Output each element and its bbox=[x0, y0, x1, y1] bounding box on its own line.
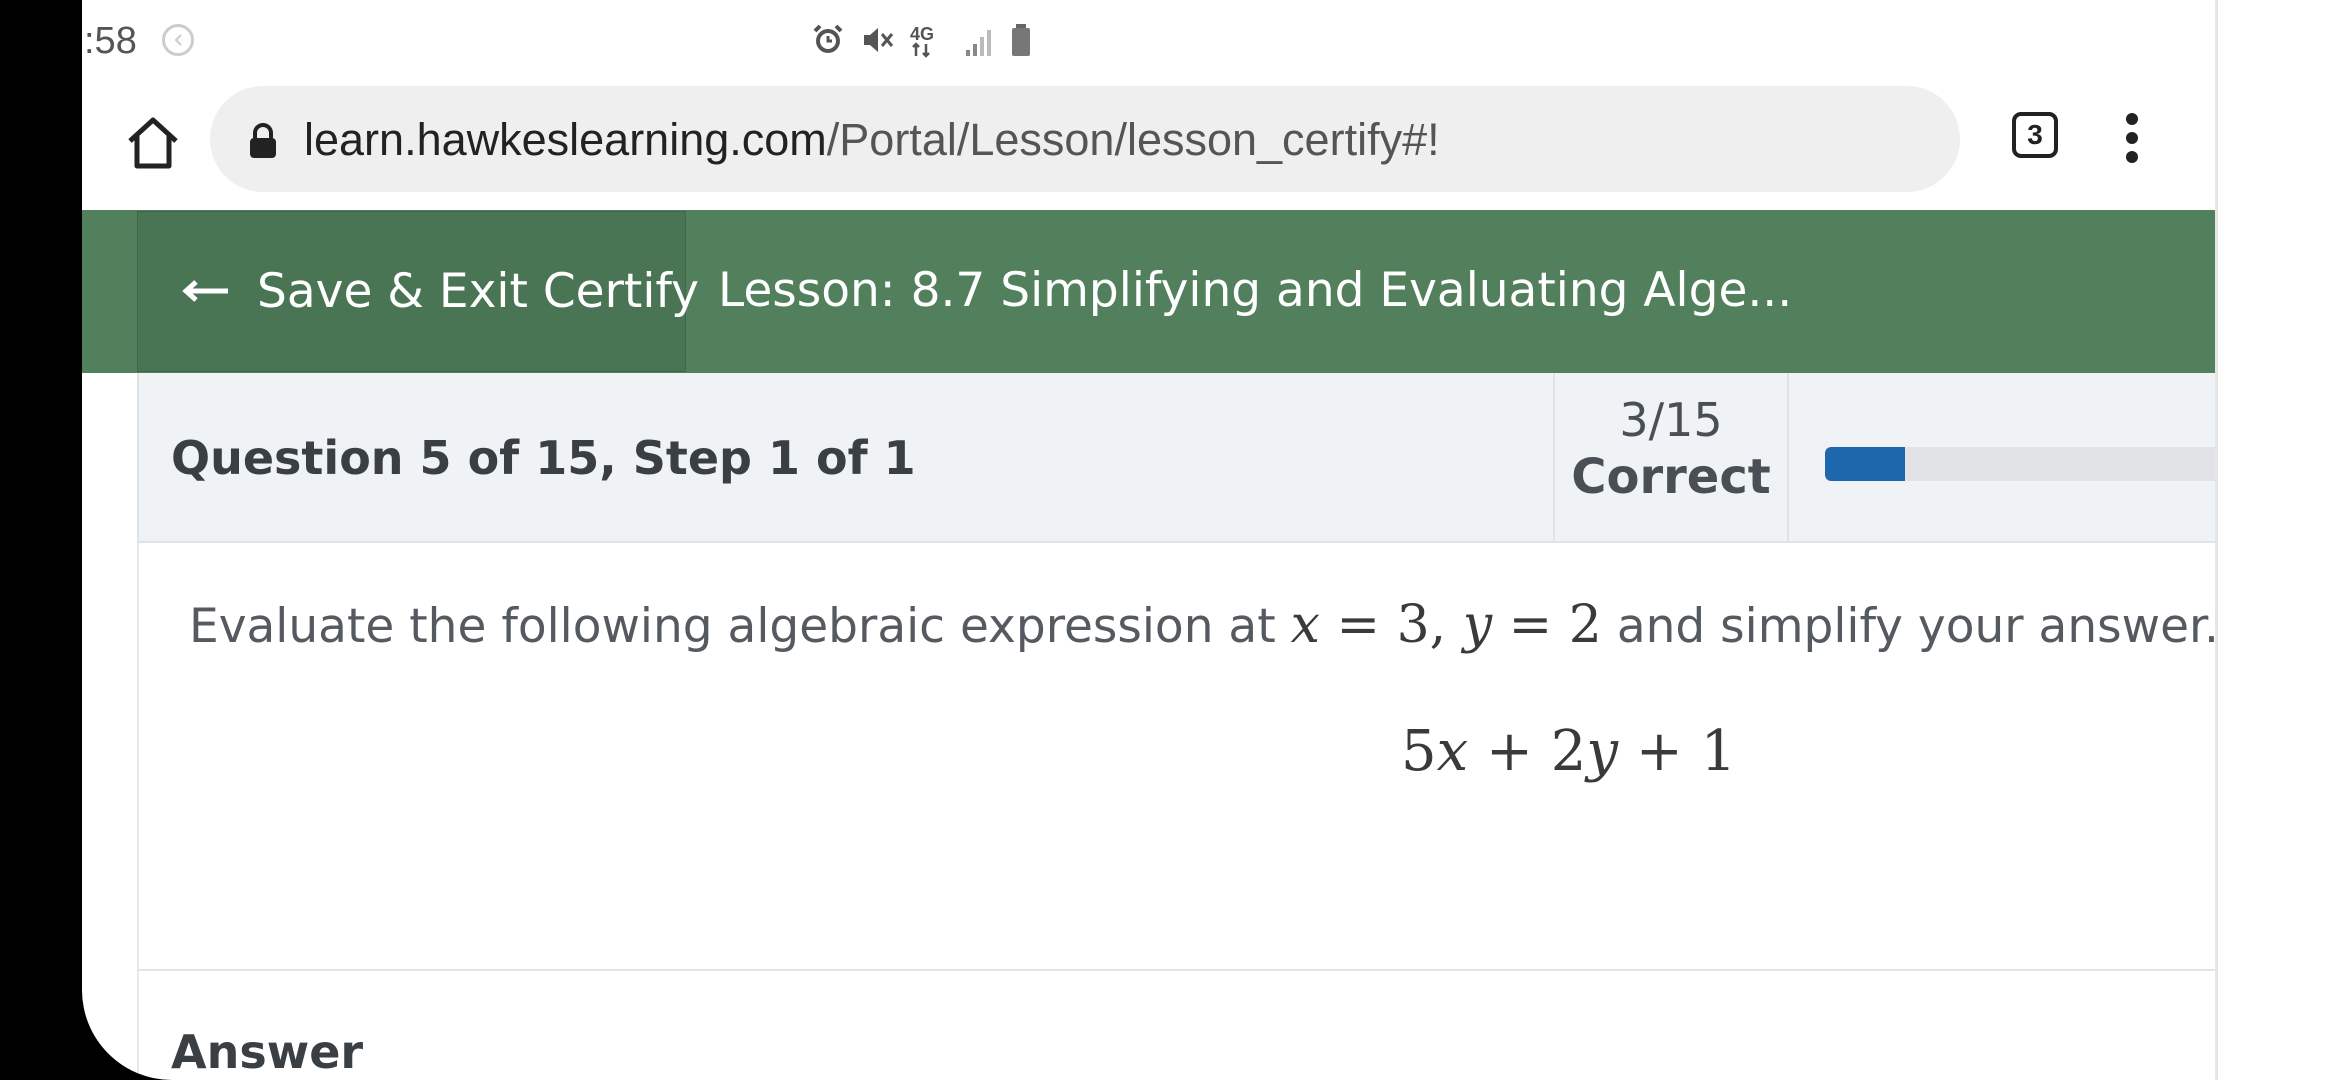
screen-edge bbox=[2215, 0, 2340, 1080]
more-vert-icon bbox=[2126, 113, 2138, 163]
algebraic-expression: 5x + 2y + 1 bbox=[1401, 719, 1736, 784]
constant: 1 bbox=[1700, 719, 1737, 784]
x-variable: x bbox=[1290, 595, 1320, 655]
save-exit-button[interactable]: Save & Exit Certify bbox=[137, 211, 699, 372]
question-prompt: Evaluate the following algebraic express… bbox=[189, 595, 2215, 655]
score-count: 3/15 bbox=[1619, 393, 1723, 447]
status-bar: :58 4G bbox=[82, 0, 2215, 80]
battery-icon bbox=[1008, 22, 1034, 63]
home-icon bbox=[128, 117, 178, 169]
url-text: learn.hawkeslearning.com/Portal/Lesson/l… bbox=[304, 114, 1440, 166]
url-domain: learn.hawkeslearning.com bbox=[304, 114, 827, 165]
progress-fill bbox=[1825, 447, 1905, 481]
variable: y bbox=[1586, 719, 1619, 784]
svg-text:4G: 4G bbox=[910, 24, 934, 44]
tab-count-button[interactable]: 3 bbox=[2012, 112, 2058, 158]
coefficient: 5 bbox=[1401, 719, 1437, 784]
phone-screen: :58 4G learn.hawkeslearning.com/Portal/L… bbox=[82, 0, 2215, 1080]
back-gesture-icon bbox=[162, 24, 194, 56]
y-variable: y bbox=[1462, 595, 1493, 655]
question-header: Question 5 of 15, Step 1 of 1 3/15 Corre… bbox=[137, 373, 2215, 543]
score-box: 3/15 Correct bbox=[1553, 373, 1789, 541]
equals-sign: = bbox=[1508, 595, 1553, 655]
network-4g-icon: 4G bbox=[910, 22, 950, 63]
operator: + bbox=[1635, 719, 1683, 784]
equals-sign: = bbox=[1336, 595, 1381, 655]
browser-toolbar: learn.hawkeslearning.com/Portal/Lesson/l… bbox=[82, 80, 2215, 210]
lesson-title: Lesson: 8.7 Simplifying and Evaluating A… bbox=[718, 263, 1793, 318]
coefficient: 2 bbox=[1550, 719, 1587, 784]
lesson-header: Save & Exit Certify Lesson: 8.7 Simplify… bbox=[82, 210, 2215, 373]
arrow-left-icon bbox=[180, 278, 230, 309]
signal-icon bbox=[964, 22, 994, 63]
alarm-icon bbox=[810, 22, 846, 63]
answer-section: Answer bbox=[137, 971, 2215, 1080]
address-bar[interactable]: learn.hawkeslearning.com/Portal/Lesson/l… bbox=[210, 86, 1960, 192]
status-icons: 4G bbox=[810, 22, 1034, 63]
lock-icon bbox=[246, 122, 280, 165]
x-value: 3, bbox=[1396, 595, 1447, 655]
variable-assignment: x = 3, y = 2 bbox=[1291, 595, 1602, 655]
home-button[interactable] bbox=[120, 110, 186, 176]
save-exit-label: Save & Exit Certify bbox=[257, 264, 699, 319]
status-time: :58 bbox=[84, 20, 137, 62]
progress-bar bbox=[1825, 447, 2215, 481]
more-menu-button[interactable] bbox=[2122, 112, 2142, 164]
variable: x bbox=[1436, 719, 1469, 784]
prompt-text-after: and simplify your answer. bbox=[1616, 599, 2215, 654]
question-body: Evaluate the following algebraic express… bbox=[137, 543, 2215, 971]
mute-icon bbox=[860, 22, 896, 63]
prompt-text-before: Evaluate the following algebraic express… bbox=[189, 599, 1276, 654]
operator: + bbox=[1486, 719, 1533, 784]
url-path: /Portal/Lesson/lesson_certify#! bbox=[826, 114, 1440, 165]
answer-label: Answer bbox=[171, 1025, 364, 1079]
y-value: 2 bbox=[1568, 595, 1602, 655]
question-title: Question 5 of 15, Step 1 of 1 bbox=[171, 431, 916, 485]
score-label: Correct bbox=[1571, 449, 1771, 505]
